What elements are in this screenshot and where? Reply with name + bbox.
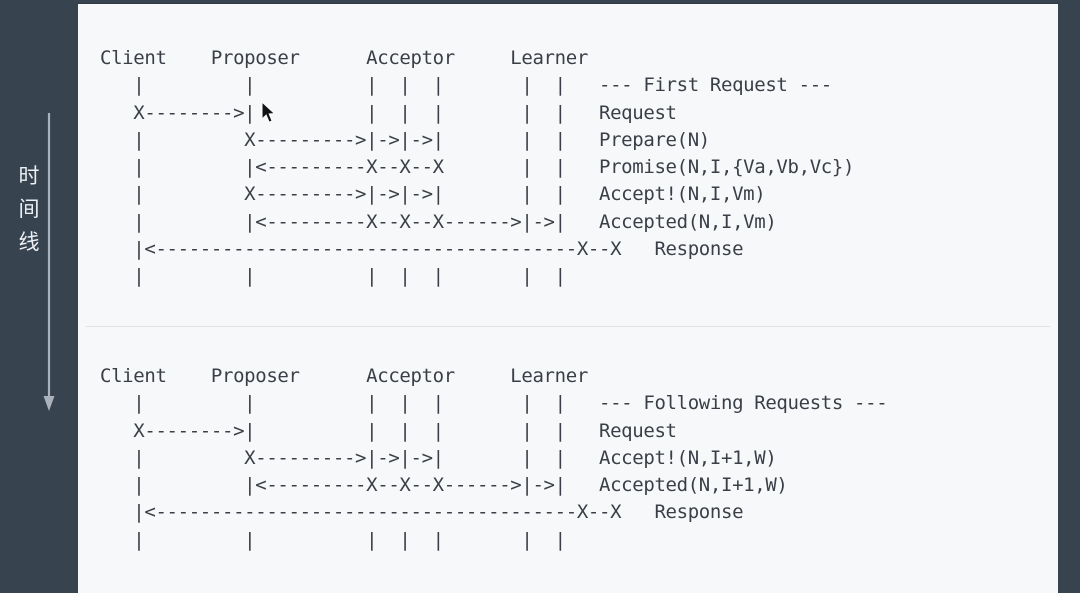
- screenshot-root: 时 间 线 Client Proposer Acceptor Learner |…: [0, 0, 1080, 593]
- content-panel: Client Proposer Acceptor Learner | | | |…: [78, 4, 1058, 593]
- down-arrow-icon: [43, 113, 55, 411]
- paxos-following-requests-diagram: Client Proposer Acceptor Learner | | | |…: [100, 365, 888, 551]
- section-divider: [86, 326, 1050, 327]
- timeline-gutter: 时 间 线: [0, 0, 78, 593]
- paxos-first-request-diagram: Client Proposer Acceptor Learner | | | |…: [100, 47, 855, 288]
